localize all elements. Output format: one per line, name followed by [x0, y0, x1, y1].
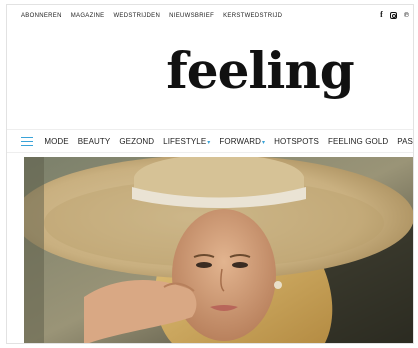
top-link-wedstrijden[interactable]: WEDSTRIJDEN: [113, 13, 160, 19]
nav-item-label: BEAUTY: [77, 136, 111, 146]
nav-item-beauty[interactable]: BEAUTY: [78, 137, 111, 146]
nav-item-forward[interactable]: FORWARD▾: [219, 137, 265, 146]
nav-item-gezond[interactable]: GEZOND: [119, 137, 154, 146]
logo-text[interactable]: feeling: [166, 41, 354, 100]
chevron-down-icon: ▾: [207, 139, 211, 146]
instagram-icon[interactable]: [389, 11, 397, 19]
top-links: ABONNEREN MAGAZINE WEDSTRIJDEN NIEUWSBRI…: [7, 13, 282, 19]
top-link-nieuwsbrief[interactable]: NIEUWSBRIEF: [169, 13, 214, 19]
social-links: f ℗: [380, 11, 409, 19]
top-link-magazine[interactable]: MAGAZINE: [71, 13, 105, 19]
nav-item-mode[interactable]: MODE: [44, 137, 68, 146]
nav-item-label: LIFESTYLE: [163, 136, 207, 146]
nav-item-label: FORWARD: [219, 136, 262, 146]
nav-items: MODE BEAUTY GEZOND LIFESTYLE▾ FORWARD▾ HOTSPO…: [44, 137, 413, 146]
nav-item-pas[interactable]: PAS: [397, 137, 413, 146]
site-logo[interactable]: feeling: [7, 41, 413, 100]
nav-item-label: HOTSPOTS: [274, 136, 319, 146]
top-utility-bar: ABONNEREN MAGAZINE WEDSTRIJDEN NIEUWSBRI…: [7, 5, 413, 27]
facebook-icon[interactable]: f: [380, 11, 383, 19]
main-navigation: MODE BEAUTY GEZOND LIFESTYLE▾ FORWARD▾ HOTSPO…: [7, 129, 413, 153]
nav-item-label: PAS: [397, 136, 413, 146]
nav-item-label: GEZOND: [119, 136, 155, 146]
nav-item-feeling-gold[interactable]: FEELING GOLD: [328, 137, 388, 146]
nav-item-label: FEELING GOLD: [327, 136, 389, 146]
hero-photo-illustration: [24, 157, 413, 343]
browser-viewport: ABONNEREN MAGAZINE WEDSTRIJDEN NIEUWSBRI…: [6, 4, 414, 344]
nav-item-hotspots[interactable]: HOTSPOTS: [274, 137, 319, 146]
nav-item-lifestyle[interactable]: LIFESTYLE▾: [163, 137, 210, 146]
nav-item-label: MODE: [44, 136, 69, 146]
chevron-down-icon: ▾: [262, 139, 266, 146]
hero-image[interactable]: [24, 157, 413, 343]
top-link-kerstwedstrijd[interactable]: KERSTWEDSTRIJD: [223, 13, 282, 19]
pinterest-icon[interactable]: ℗: [404, 12, 409, 19]
hamburger-menu-icon[interactable]: [21, 136, 33, 146]
top-link-abonneren[interactable]: ABONNEREN: [21, 13, 62, 19]
